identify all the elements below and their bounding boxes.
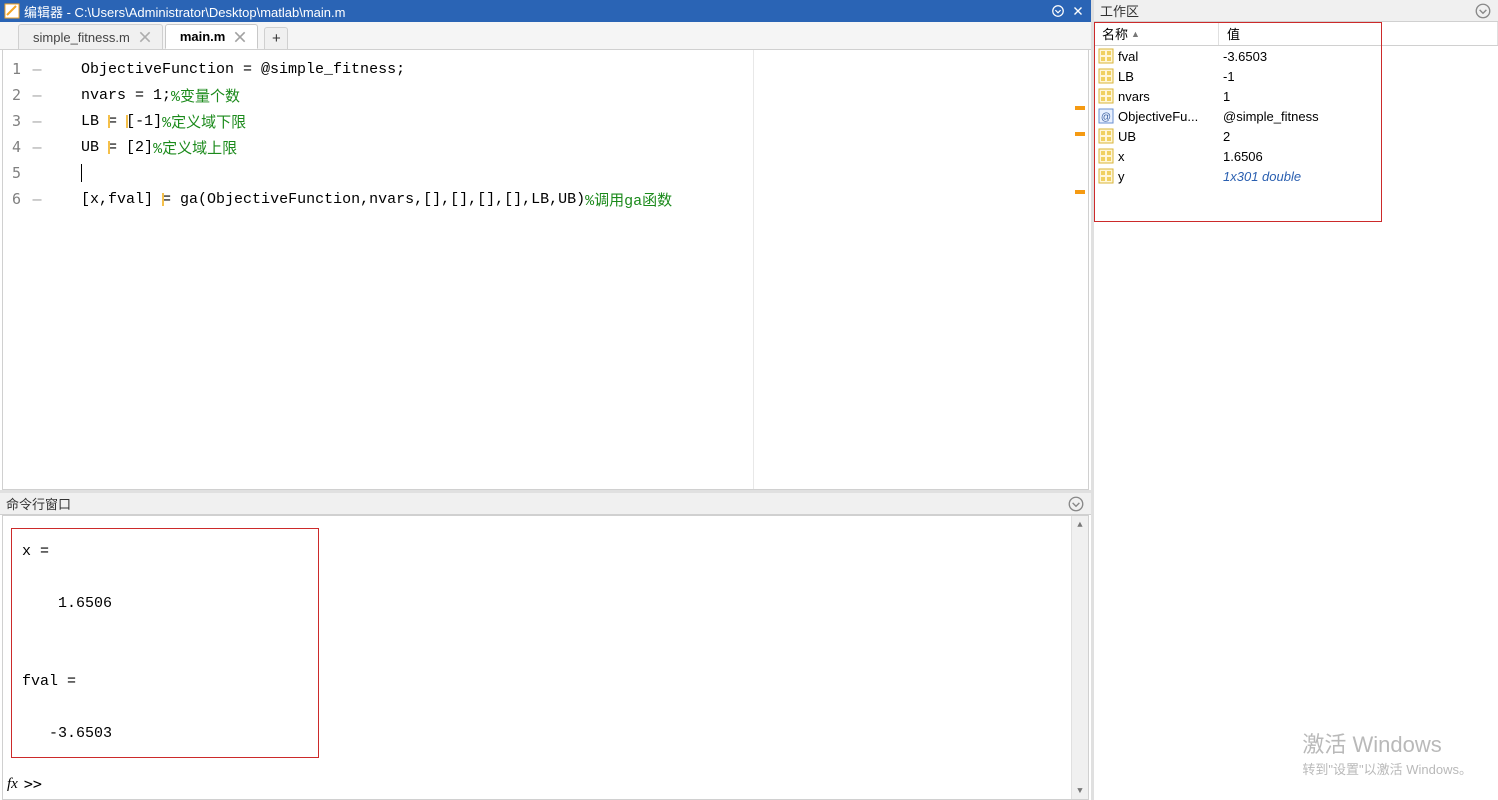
activate-windows-watermark: 激活 Windows 转到"设置"以激活 Windows。 xyxy=(1302,727,1472,778)
editor-close-button[interactable] xyxy=(1069,2,1087,20)
prompt-chevrons: >> xyxy=(24,775,42,793)
workspace-dropdown[interactable] xyxy=(1474,2,1492,20)
variable-value: @simple_fitness xyxy=(1219,109,1498,124)
variable-icon xyxy=(1098,68,1114,84)
workspace-row[interactable]: x1.6506 xyxy=(1094,146,1498,166)
new-tab-button[interactable]: + xyxy=(264,27,288,49)
workspace-row[interactable]: @ ObjectiveFu...@simple_fitness xyxy=(1094,106,1498,126)
editor-split-bar[interactable] xyxy=(753,50,754,489)
workspace-title: 工作区 xyxy=(1100,1,1139,20)
workspace-col-value[interactable]: 值 xyxy=(1219,22,1498,45)
text-caret xyxy=(81,164,82,182)
variable-name: LB xyxy=(1118,69,1219,84)
variable-value: 1 xyxy=(1219,89,1498,104)
variable-icon xyxy=(1098,168,1114,184)
workspace-header[interactable]: 名称▲ 值 xyxy=(1094,22,1498,46)
variable-value: -1 xyxy=(1219,69,1498,84)
workspace-row[interactable]: fval-3.6503 xyxy=(1094,46,1498,66)
variable-value: 2 xyxy=(1219,129,1498,144)
tab-simple-fitness[interactable]: simple_fitness.m xyxy=(18,24,163,49)
workspace-row[interactable]: y1x301 double xyxy=(1094,166,1498,186)
variable-name: UB xyxy=(1118,129,1219,144)
variable-name: y xyxy=(1118,169,1219,184)
tab-label: simple_fitness.m xyxy=(33,30,130,45)
command-output-highlight: x = 1.6506 fval = -3.6503 xyxy=(11,528,319,758)
fx-icon[interactable]: fx xyxy=(7,776,18,793)
editor-titlebar: 编辑器 - C:\Users\Administrator\Desktop\mat… xyxy=(0,0,1091,22)
svg-text:@: @ xyxy=(1101,112,1111,123)
scroll-down-icon[interactable]: ▼ xyxy=(1072,782,1088,799)
workspace-body[interactable]: fval-3.6503LB-1nvars1@ObjectiveFu...@sim… xyxy=(1094,46,1498,800)
variable-name: fval xyxy=(1118,49,1219,64)
editor-title: 编辑器 - C:\Users\Administrator\Desktop\mat… xyxy=(24,2,345,21)
close-icon[interactable] xyxy=(233,30,247,44)
editor-code[interactable]: ObjectiveFunction = @simple_fitness; nva… xyxy=(63,50,1088,489)
editor-body[interactable]: 1— 2— 3— 4— 5 6— ObjectiveFunction = @si… xyxy=(2,50,1089,490)
command-window-titlebar: 命令行窗口 xyxy=(0,493,1091,515)
editor-dropdown-button[interactable] xyxy=(1049,2,1067,20)
command-window-body[interactable]: x = 1.6506 fval = -3.6503 fx >> ▲ ▼ xyxy=(2,515,1089,800)
editor-tabstrip: simple_fitness.m main.m + xyxy=(0,22,1091,50)
workspace-col-name[interactable]: 名称▲ xyxy=(1094,22,1219,45)
command-scrollbar[interactable]: ▲ ▼ xyxy=(1071,516,1088,799)
editor-gutter: 1— 2— 3— 4— 5 6— xyxy=(3,50,63,489)
variable-value: 1x301 double xyxy=(1219,169,1498,184)
command-window-dropdown[interactable] xyxy=(1067,495,1085,513)
workspace-titlebar: 工作区 xyxy=(1094,0,1498,22)
workspace-row[interactable]: LB-1 xyxy=(1094,66,1498,86)
command-output: x = 1.6506 fval = -3.6503 xyxy=(22,539,308,747)
variable-value: 1.6506 xyxy=(1219,149,1498,164)
close-icon[interactable] xyxy=(138,30,152,44)
variable-icon: @ xyxy=(1098,108,1114,124)
editor-title-icon xyxy=(4,3,20,19)
sort-asc-icon: ▲ xyxy=(1131,29,1140,39)
variable-icon xyxy=(1098,128,1114,144)
tab-main[interactable]: main.m xyxy=(165,24,259,49)
tab-label: main.m xyxy=(180,29,226,44)
variable-name: ObjectiveFu... xyxy=(1118,109,1219,124)
scroll-up-icon[interactable]: ▲ xyxy=(1072,516,1088,533)
workspace-row[interactable]: UB2 xyxy=(1094,126,1498,146)
command-window-title: 命令行窗口 xyxy=(6,494,71,513)
variable-name: nvars xyxy=(1118,89,1219,104)
command-prompt[interactable]: fx >> xyxy=(7,775,42,793)
workspace-row[interactable]: nvars1 xyxy=(1094,86,1498,106)
editor-mark-strip xyxy=(1072,50,1088,489)
variable-value: -3.6503 xyxy=(1219,49,1498,64)
variable-icon xyxy=(1098,148,1114,164)
variable-icon xyxy=(1098,48,1114,64)
variable-name: x xyxy=(1118,149,1219,164)
variable-icon xyxy=(1098,88,1114,104)
